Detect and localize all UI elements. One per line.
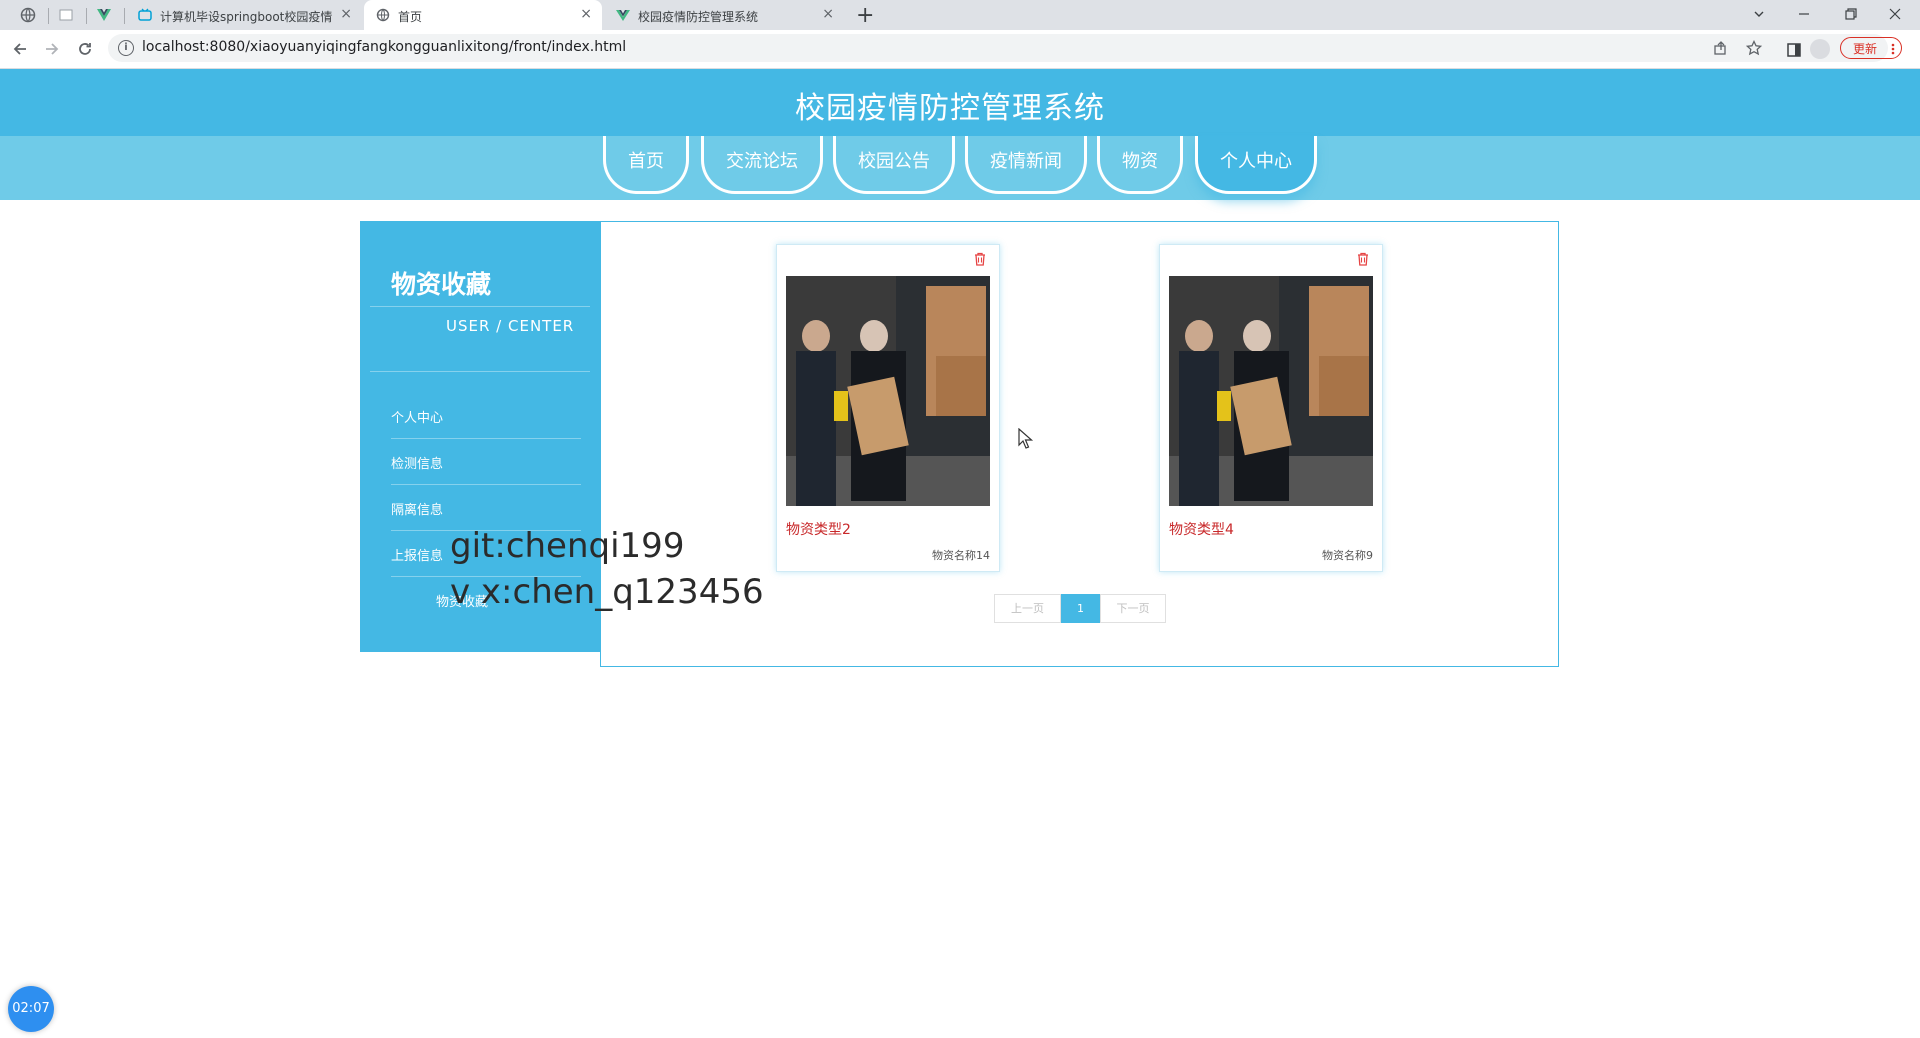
watermark-text: v x:chen_q123456 (450, 572, 764, 612)
supply-name-label: 物资名称14 (932, 549, 990, 562)
nav-personal-center[interactable]: 个人中心 (1195, 136, 1317, 194)
restore-icon[interactable] (1844, 7, 1858, 21)
nav-home[interactable]: 首页 (603, 136, 689, 194)
watermark-text: git:chenqi199 (450, 526, 685, 566)
address-bar[interactable]: i localhost:8080/xiaoyuanyiqingfangkongg… (108, 34, 1888, 62)
bookmark-star-icon[interactable] (1746, 40, 1762, 56)
page-number-button[interactable]: 1 (1061, 594, 1100, 623)
update-button[interactable]: 更新 (1840, 37, 1902, 59)
nav-epidemic-news[interactable]: 疫情新闻 (965, 136, 1087, 194)
recording-timer[interactable]: 02:07 (8, 986, 54, 1032)
pagination: 上一页 1 下一页 (994, 594, 1166, 625)
sidebar-title: 物资收藏 (391, 270, 492, 299)
tab-bilibili[interactable]: 计算机毕设springboot校园疫情 × (126, 0, 362, 30)
nav-supplies[interactable]: 物资 (1097, 136, 1183, 194)
nav-announcements[interactable]: 校园公告 (833, 136, 955, 194)
next-page-button[interactable]: 下一页 (1100, 594, 1166, 623)
browser-tab-strip: 计算机毕设springboot校园疫情 × 首页 × 校园疫情防控管理系统 × … (0, 0, 1920, 30)
share-icon[interactable] (1713, 40, 1729, 56)
new-tab-button[interactable]: + (856, 3, 874, 28)
site-title: 校园疫情防控管理系统 (795, 91, 1105, 126)
vue-logo-icon[interactable] (96, 7, 112, 23)
tab-close-icon[interactable]: × (580, 7, 592, 21)
trash-icon[interactable] (1356, 252, 1370, 266)
tab-search-icon[interactable] (1752, 7, 1766, 21)
reload-icon[interactable] (77, 41, 93, 57)
globe-icon (376, 8, 390, 22)
workers-unloading-boxes-photo (1169, 276, 1373, 506)
forward-arrow-icon[interactable] (44, 41, 60, 57)
browser-toolbar: i localhost:8080/xiaoyuanyiqingfangkongg… (0, 30, 1920, 69)
divider (391, 438, 581, 439)
supply-type-label[interactable]: 物资类型2 (786, 519, 851, 539)
supply-photo[interactable] (786, 276, 990, 506)
divider (370, 371, 590, 372)
globe-icon[interactable] (20, 7, 36, 23)
vue-logo-icon (616, 10, 630, 21)
sidebar-subtitle: USER / CENTER (446, 317, 575, 335)
update-label: 更新 (1853, 42, 1878, 56)
tab-close-icon[interactable]: × (822, 7, 834, 21)
supply-type-label[interactable]: 物资类型4 (1169, 519, 1234, 539)
mouse-cursor-icon (1018, 428, 1034, 449)
tab-home[interactable]: 首页 × (364, 0, 602, 30)
site-header: 校园疫情防控管理系统 (0, 69, 1920, 136)
sidebar-item-test-info[interactable]: 检测信息 (391, 453, 443, 472)
page-icon[interactable] (58, 7, 74, 23)
sidebar-item-personal-center[interactable]: 个人中心 (391, 407, 443, 426)
workers-unloading-boxes-photo (786, 276, 990, 506)
tab-title: 校园疫情防控管理系统 (638, 10, 759, 24)
tab-system[interactable]: 校园疫情防控管理系统 × (604, 0, 844, 30)
sidebar-item-report-info[interactable]: 上报信息 (391, 545, 443, 564)
favorite-card[interactable]: 物资类型2 物资名称14 (776, 244, 1000, 572)
prev-page-button[interactable]: 上一页 (994, 594, 1061, 623)
site-info-icon[interactable]: i (118, 40, 134, 56)
profile-avatar[interactable] (1810, 39, 1830, 59)
supply-name-label: 物资名称9 (1322, 549, 1373, 562)
url-text[interactable]: localhost:8080/xiaoyuanyiqingfangkonggua… (142, 39, 626, 55)
sidebar-item-quarantine-info[interactable]: 隔离信息 (391, 499, 443, 518)
side-panel-icon[interactable] (1786, 42, 1802, 58)
minimize-icon[interactable] (1797, 7, 1811, 21)
more-menu-icon[interactable] (1891, 43, 1895, 55)
trash-icon[interactable] (973, 252, 987, 266)
tab-close-icon[interactable]: × (340, 7, 352, 21)
tab-title: 计算机毕设springboot校园疫情 (160, 10, 333, 24)
divider (391, 484, 581, 485)
tab-title: 首页 (398, 10, 423, 24)
favorite-card[interactable]: 物资类型4 物资名称9 (1159, 244, 1383, 572)
back-arrow-icon[interactable] (12, 41, 28, 57)
close-window-icon[interactable] (1888, 7, 1902, 21)
nav-band (0, 136, 1920, 200)
divider (370, 306, 590, 307)
bilibili-icon (138, 8, 152, 21)
nav-forum[interactable]: 交流论坛 (701, 136, 823, 194)
supply-photo[interactable] (1169, 276, 1373, 506)
